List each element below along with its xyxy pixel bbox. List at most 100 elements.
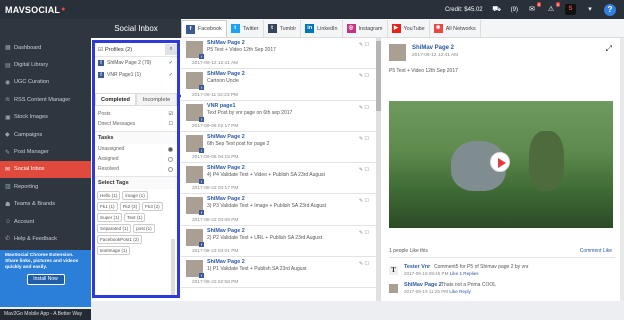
profile-item[interactable]: f ShiMav Page 2 (79) ✓ bbox=[95, 57, 177, 69]
video-player[interactable] bbox=[389, 101, 613, 228]
comment-link[interactable]: Comment bbox=[580, 248, 602, 254]
post-page-name[interactable]: ShiMav Page 2 bbox=[207, 165, 377, 171]
edit-icon[interactable]: ✎ bbox=[359, 261, 363, 267]
edit-icon[interactable]: ✎ bbox=[359, 136, 363, 142]
post-page-name[interactable]: ShiMav Page 2 bbox=[207, 134, 377, 140]
commenter-name[interactable]: ShiMav Page 2 bbox=[404, 282, 442, 288]
task-assigned[interactable]: Assigned bbox=[95, 154, 177, 164]
tag-chip[interactable]: Super (1) bbox=[97, 213, 123, 222]
filter-posts[interactable]: Posts ☑ bbox=[95, 109, 177, 119]
sidebar-item-ugc-curation[interactable]: ◉ UGC Curation bbox=[0, 74, 91, 91]
tag-chip[interactable]: FacebookPost1 (2) bbox=[97, 235, 142, 244]
select-checkbox[interactable]: ☐ bbox=[365, 261, 369, 267]
like-link[interactable]: Like bbox=[603, 248, 612, 254]
tag-chip[interactable]: post (1) bbox=[133, 224, 155, 233]
feed-post[interactable]: VNR page1Text Post by vnr page on 6th se… bbox=[181, 101, 377, 132]
filter-direct-messages[interactable]: Direct Messages ☐ bbox=[95, 119, 177, 129]
tag-chip[interactable]: Fk2 (3) bbox=[119, 202, 141, 211]
task-resolved[interactable]: Resolved bbox=[95, 164, 177, 174]
checkbox-icon[interactable]: ☑ bbox=[98, 47, 103, 53]
edit-icon[interactable]: ✎ bbox=[359, 167, 363, 173]
feed-post[interactable]: ShiMav Page 21) P1 Validate Text + Publi… bbox=[181, 257, 377, 289]
post-page-name[interactable]: ShiMav Page 2 bbox=[207, 40, 377, 46]
task-unassigned[interactable]: Unassigned bbox=[95, 144, 177, 154]
select-checkbox[interactable]: ☐ bbox=[365, 198, 369, 204]
task-radio[interactable] bbox=[168, 146, 173, 152]
tab-instagram[interactable]: ◎ Instagram bbox=[343, 20, 388, 37]
expand-icon[interactable]: ⤢ bbox=[606, 44, 612, 54]
chevron-down-icon[interactable]: ▾ bbox=[585, 5, 595, 15]
post-page-name[interactable]: ShiMav Page 2 bbox=[207, 259, 377, 265]
feed-post[interactable]: ShiMav Page 2P5 Text + Video 12th Sep 20… bbox=[181, 38, 377, 70]
tag-chip[interactable]: textImage (1) bbox=[97, 246, 131, 255]
profile-checkbox[interactable]: ✓ bbox=[169, 72, 173, 78]
cart-icon[interactable]: ⛟ bbox=[492, 5, 502, 15]
tab-twitter[interactable]: t Twitter bbox=[227, 20, 264, 37]
tag-chip[interactable]: Fk3 (2) bbox=[142, 202, 163, 211]
comment-like-link[interactable]: Like bbox=[449, 289, 457, 294]
user-avatar[interactable]: S bbox=[565, 4, 576, 15]
tab-facebook[interactable]: f Facebook bbox=[181, 20, 227, 37]
filter-checkbox[interactable]: ☑ bbox=[169, 111, 173, 117]
edit-icon[interactable]: ✎ bbox=[359, 105, 363, 111]
detail-page-name[interactable]: ShiMav Page 2 bbox=[412, 45, 454, 51]
tab-youtube[interactable]: ▶ YouTube bbox=[388, 20, 430, 37]
app-logo[interactable]: MAVSOCIAL ● bbox=[0, 0, 91, 19]
detail-scrollbar[interactable] bbox=[620, 38, 624, 301]
sidebar-item-campaigns[interactable]: ◆ Campaigns bbox=[0, 126, 91, 143]
commenter-name[interactable]: Tester Vnr bbox=[404, 264, 430, 270]
sidebar-item-rss-content-manager[interactable]: ≋ RSS Content Manager bbox=[0, 91, 91, 108]
tab-incomplete[interactable]: Incomplete bbox=[136, 93, 177, 106]
select-checkbox[interactable]: ☐ bbox=[365, 73, 369, 79]
search-icon[interactable]: ⌕ bbox=[165, 44, 177, 55]
mobile-app-footer[interactable]: Mav2Go Mobile App - A Better Way bbox=[0, 309, 91, 320]
comment-replies-link[interactable]: 1 Replies bbox=[459, 271, 478, 276]
profiles-header[interactable]: ☑ Profiles (2) ⌕ bbox=[95, 43, 177, 57]
tag-chip[interactable]: image (1) bbox=[122, 191, 148, 200]
post-page-name[interactable]: ShiMav Page 2 bbox=[207, 196, 377, 202]
select-checkbox[interactable]: ☐ bbox=[365, 167, 369, 173]
mail-icon[interactable]: ✉ 0 bbox=[527, 1, 541, 15]
post-page-name[interactable]: ShiMav Page 2 bbox=[207, 228, 377, 234]
feed-post[interactable]: ShiMav Page 2Cartoon Uncle 2017-09-11 02:… bbox=[181, 69, 377, 101]
tab-all-networks[interactable]: ✱ All Networks bbox=[430, 20, 481, 37]
install-now-button[interactable]: Install Now bbox=[26, 274, 65, 285]
sidebar-item-help-feedback[interactable]: ✆ Help & Feedback bbox=[0, 230, 91, 247]
comment-like-link[interactable]: Like bbox=[450, 271, 458, 276]
sidebar-item-stock-images[interactable]: ▣ Stock Images bbox=[0, 109, 91, 126]
feed-post[interactable]: ShiMav Page 26th Sep Text post for page … bbox=[181, 132, 377, 164]
sidebar-item-teams-brands[interactable]: ☗ Teams & Brands bbox=[0, 196, 91, 213]
play-icon[interactable] bbox=[490, 152, 510, 172]
feed-post[interactable]: ShiMav Page 24) P4 Validate Text + Video… bbox=[181, 163, 377, 195]
select-checkbox[interactable]: ☐ bbox=[365, 136, 369, 142]
tags-scrollbar[interactable] bbox=[171, 239, 175, 295]
tag-chip[interactable]: Text (1) bbox=[124, 213, 146, 222]
sidebar-item-dashboard[interactable]: ▦ Dashboard bbox=[0, 39, 91, 56]
sidebar-item-social-inbox[interactable]: ✉ Social Inbox bbox=[0, 160, 91, 179]
tab-completed[interactable]: Completed bbox=[95, 93, 136, 106]
edit-icon[interactable]: ✎ bbox=[359, 230, 363, 236]
task-radio[interactable] bbox=[168, 156, 173, 162]
profile-item[interactable]: f VNR Page1 (1) ✓ bbox=[95, 69, 177, 81]
sidebar-item-account[interactable]: ☺ Account bbox=[0, 213, 91, 230]
help-button[interactable]: ? bbox=[604, 3, 616, 16]
edit-icon[interactable]: ✎ bbox=[359, 42, 363, 48]
sidebar-item-post-manager[interactable]: ✎ Post Manager bbox=[0, 143, 91, 160]
tab-tumblr[interactable]: t Tumblr bbox=[264, 20, 302, 37]
sidebar-item-digital-library[interactable]: ▤ Digital Library bbox=[0, 56, 91, 73]
post-page-name[interactable]: ShiMav Page 2 bbox=[207, 71, 377, 77]
edit-icon[interactable]: ✎ bbox=[359, 73, 363, 79]
feed-post[interactable]: ShiMav Page 23) P3 Validate Text + Image… bbox=[181, 194, 377, 226]
edit-icon[interactable]: ✎ bbox=[359, 198, 363, 204]
credit-label[interactable]: Credit: $45.02 bbox=[445, 7, 483, 13]
tag-chip[interactable]: Fk1 (1) bbox=[97, 202, 118, 211]
task-radio[interactable] bbox=[168, 166, 173, 172]
comment-reply-link[interactable]: Reply bbox=[459, 289, 471, 294]
tag-chip[interactable]: Separated (1) bbox=[97, 224, 132, 233]
select-checkbox[interactable]: ☐ bbox=[365, 42, 369, 48]
tag-chip[interactable]: Hello (1) bbox=[97, 191, 121, 200]
select-checkbox[interactable]: ☐ bbox=[365, 105, 369, 111]
profile-checkbox[interactable]: ✓ bbox=[169, 60, 173, 66]
sidebar-item-reporting[interactable]: ▥ Reporting bbox=[0, 178, 91, 195]
post-page-name[interactable]: VNR page1 bbox=[207, 103, 377, 109]
